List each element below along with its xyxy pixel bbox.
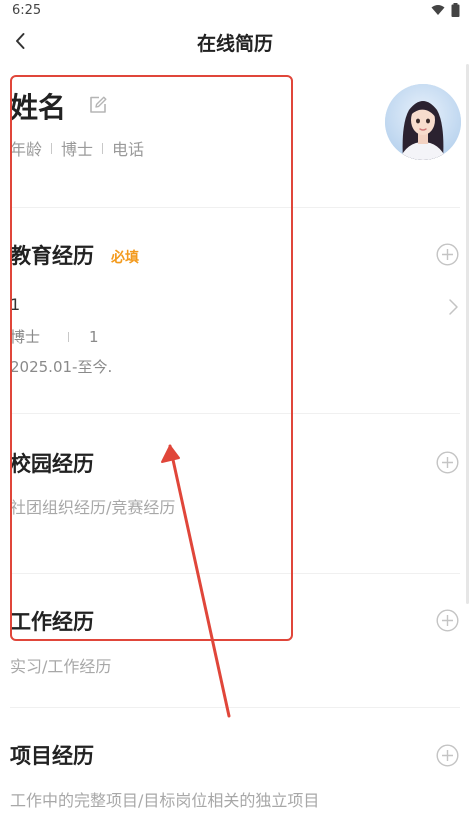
meta-phone: 电话 <box>112 140 145 159</box>
meta-degree: 博士 <box>61 140 94 159</box>
required-badge: 必填 <box>111 250 139 266</box>
add-project-icon[interactable] <box>436 744 459 767</box>
campus-hint: 社团组织经历/竞赛经历 <box>10 498 176 517</box>
status-bar: 6:25 <box>0 0 470 22</box>
app-bar: 在线简历 <box>0 22 470 62</box>
chevron-right-icon <box>449 299 458 315</box>
add-education-icon[interactable] <box>436 243 459 266</box>
meta-separator <box>102 142 104 154</box>
education-degree: 博士 <box>10 328 41 346</box>
work-title: 工作经历 <box>10 610 94 634</box>
detail-separator <box>68 331 70 342</box>
edit-icon[interactable] <box>88 95 108 115</box>
campus-title: 校园经历 <box>10 452 94 476</box>
project-title: 项目经历 <box>10 744 94 768</box>
profile-meta: 年龄 博士 电话 <box>10 136 144 160</box>
education-date: 2025.01-至今. <box>10 358 113 376</box>
battery-icon <box>451 3 460 17</box>
status-icons <box>431 3 460 17</box>
section-divider <box>10 573 460 574</box>
add-campus-icon[interactable] <box>436 451 459 474</box>
wifi-icon <box>431 5 445 15</box>
education-details: 博士 1 <box>10 326 99 347</box>
education-major: 1 <box>89 327 99 346</box>
education-school: 1 <box>10 295 21 314</box>
section-divider <box>10 207 460 208</box>
project-hint: 工作中的完整项目/目标岗位相关的独立项目 <box>10 791 320 810</box>
profile-name[interactable]: 姓名 <box>10 86 66 126</box>
work-hint: 实习/工作经历 <box>10 657 112 676</box>
scrollbar[interactable] <box>466 64 469 604</box>
education-title: 教育经历 <box>10 244 94 268</box>
section-divider <box>10 413 460 414</box>
avatar-portrait-icon <box>385 84 461 160</box>
add-work-icon[interactable] <box>436 609 459 632</box>
section-divider <box>10 707 460 708</box>
meta-age: 年龄 <box>10 140 43 159</box>
page-title: 在线简历 <box>196 33 273 55</box>
avatar[interactable] <box>385 84 461 160</box>
education-item[interactable]: 1 博士 1 2025.01-至今. <box>10 290 462 390</box>
status-time: 6:25 <box>12 3 42 18</box>
meta-separator <box>51 142 53 154</box>
